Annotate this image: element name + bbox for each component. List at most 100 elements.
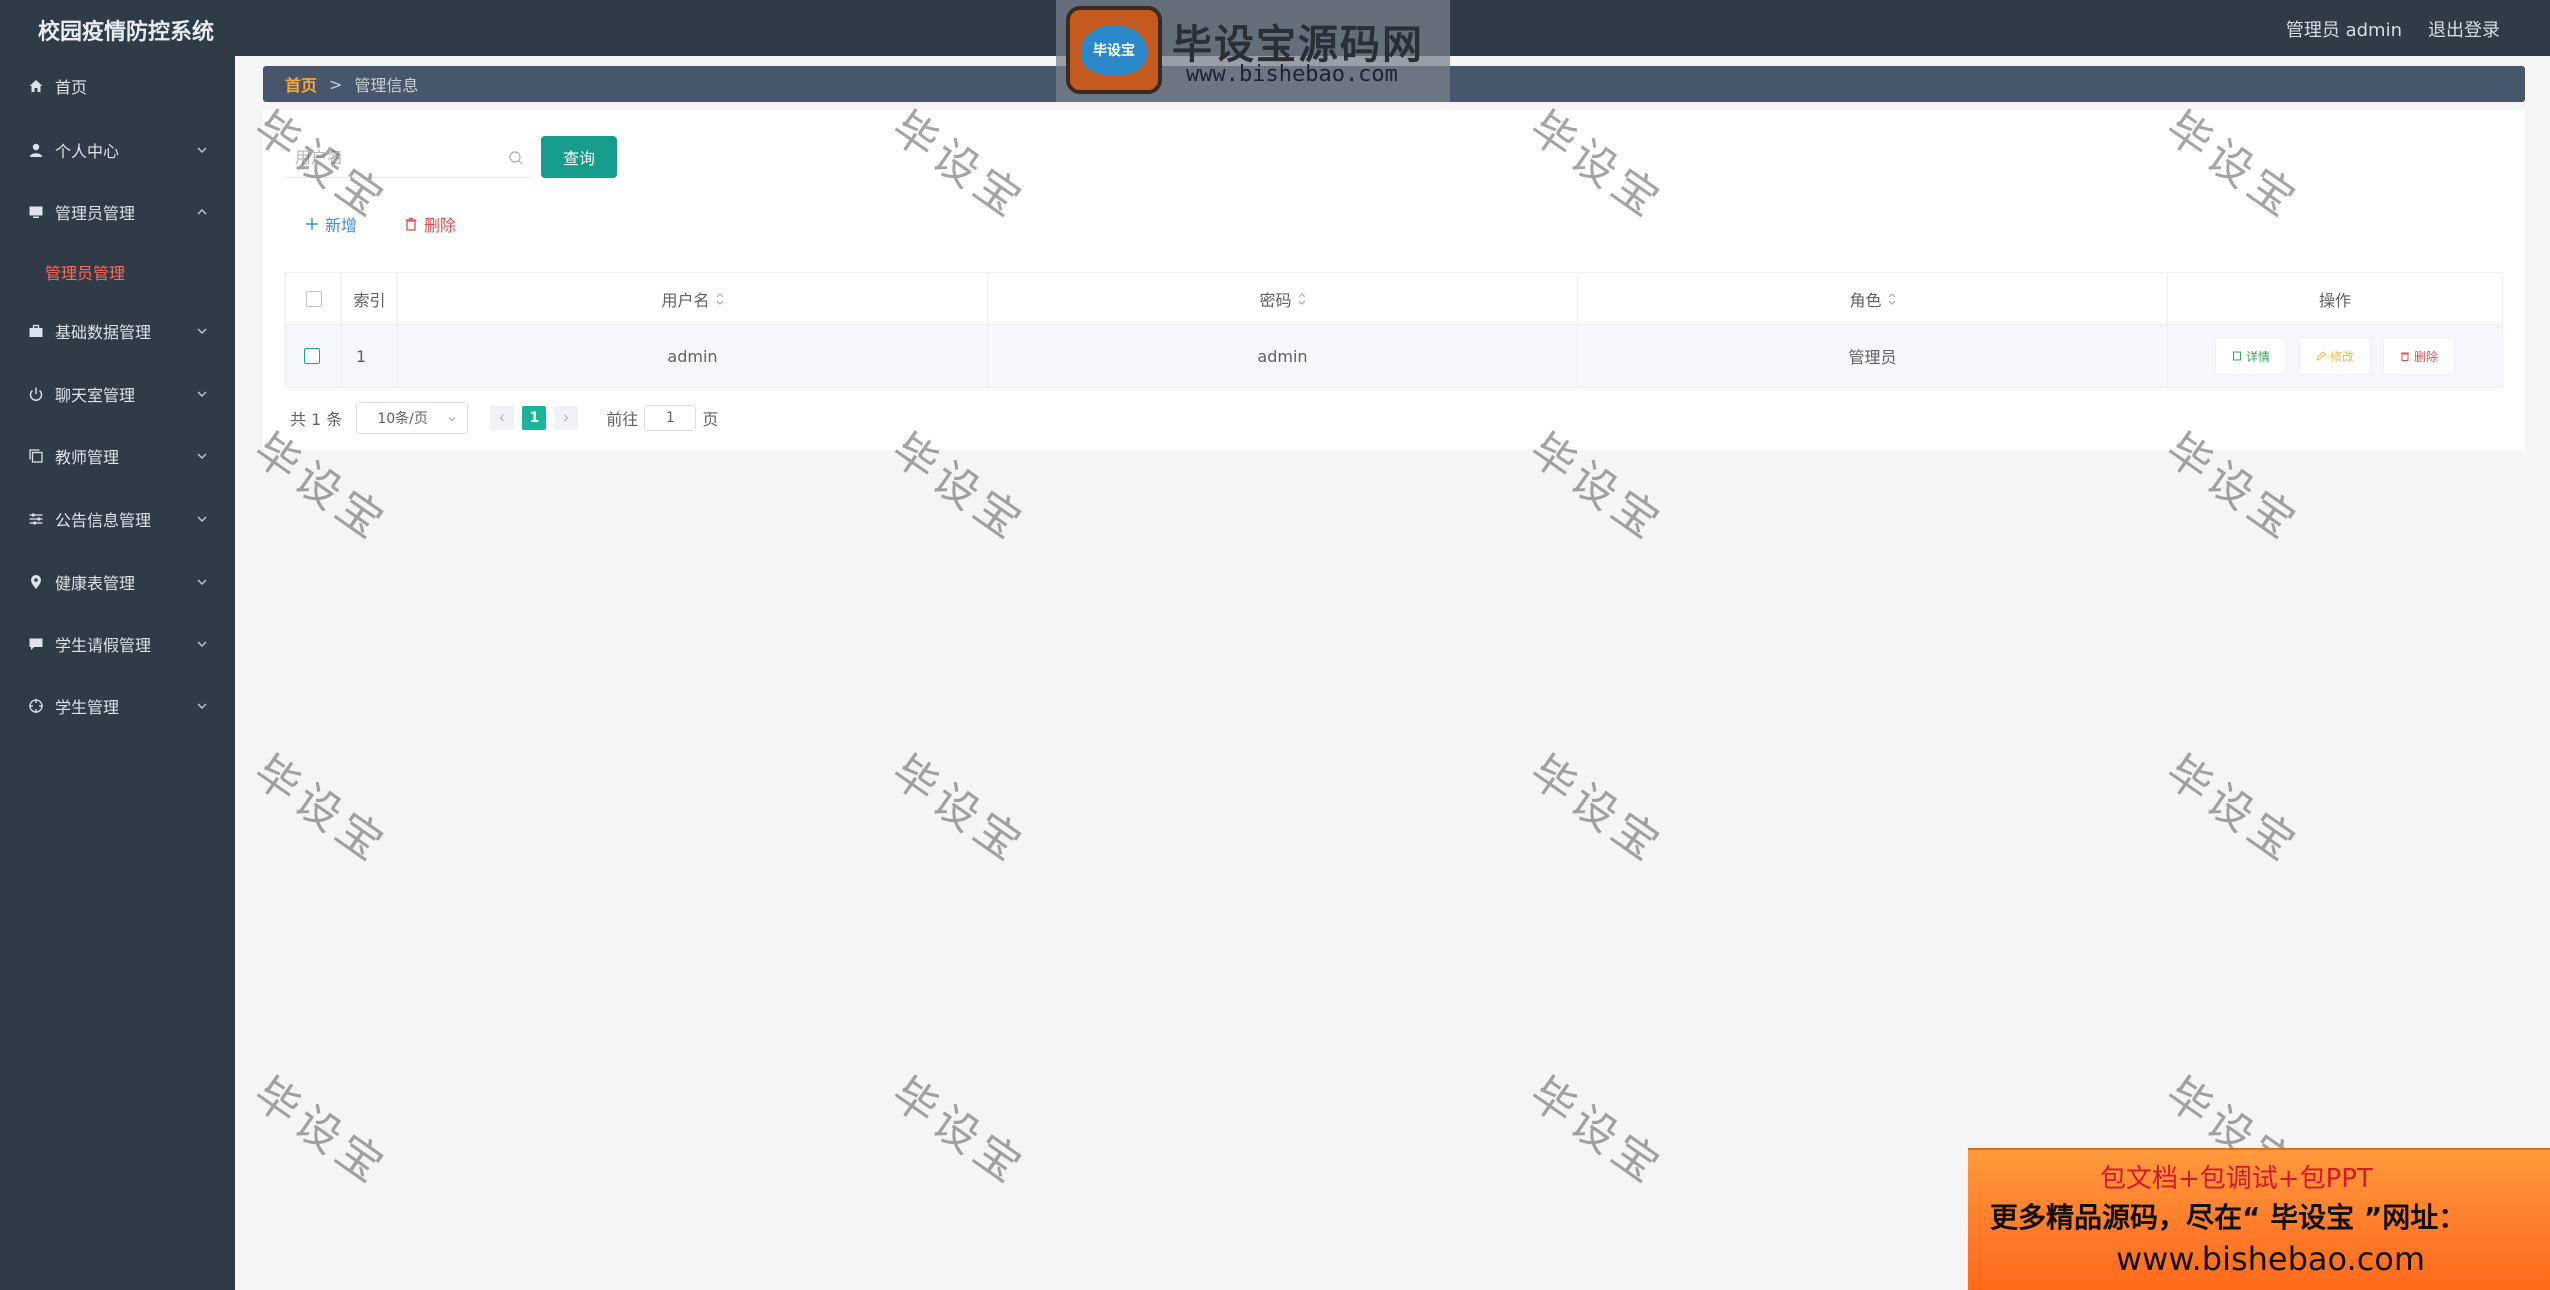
location-icon bbox=[27, 573, 45, 591]
goto-page: 前往 页 bbox=[606, 405, 718, 431]
chevron-down-icon bbox=[197, 147, 207, 153]
select-all-checkbox[interactable] bbox=[305, 290, 322, 307]
cell-index: 1 bbox=[342, 325, 398, 387]
column-header-label: 密码 bbox=[1259, 290, 1292, 310]
trash-icon bbox=[2401, 352, 2409, 361]
breadcrumb-home-link[interactable]: 首页 bbox=[285, 72, 317, 96]
edit-button-label: 修改 bbox=[2329, 349, 2354, 364]
sidebar-item-label: 基础数据管理 bbox=[55, 323, 152, 342]
promo-line-2: 更多精品源码，尽在“ 毕设宝 ”网址： bbox=[1990, 1201, 2467, 1234]
chevron-down-icon bbox=[197, 579, 207, 585]
chevron-down-icon bbox=[197, 703, 207, 709]
chevron-right-icon bbox=[564, 414, 569, 422]
column-header-username[interactable]: 用户名 bbox=[398, 273, 988, 324]
column-header-password[interactable]: 密码 bbox=[988, 273, 1578, 324]
pagination: 共 1 条 10条/页 1 前往 页 bbox=[290, 400, 718, 436]
document-icon bbox=[2232, 351, 2241, 361]
sort-icon[interactable] bbox=[716, 292, 724, 306]
next-page-button[interactable] bbox=[554, 406, 579, 430]
column-header-index: 索引 bbox=[342, 273, 398, 324]
top-right-area: 管理员 admin 退出登录 bbox=[2286, 16, 2500, 42]
page-number-current[interactable]: 1 bbox=[522, 406, 547, 430]
sidebar-item-health-form[interactable]: 健康表管理 bbox=[0, 562, 235, 602]
plus-icon bbox=[306, 218, 318, 230]
sidebar-item-label: 学生管理 bbox=[55, 698, 120, 717]
chevron-down-icon bbox=[197, 391, 207, 397]
sort-icon[interactable] bbox=[1888, 292, 1896, 306]
promo-banner: 包文档+包调试+包PPT 更多精品源码，尽在“ 毕设宝 ”网址： www.bis… bbox=[1968, 1148, 2550, 1290]
watermark-text: 毕设宝 bbox=[882, 1067, 1035, 1196]
row-select-cell bbox=[286, 325, 342, 387]
breadcrumb-current: 管理信息 bbox=[354, 76, 419, 95]
sort-icon[interactable] bbox=[1298, 292, 1306, 306]
sidebar-item-announcement[interactable]: 公告信息管理 bbox=[0, 499, 235, 539]
submenu-item-admin-management[interactable]: 管理员管理 bbox=[0, 252, 235, 292]
batch-delete-button[interactable]: 删除 bbox=[404, 212, 456, 236]
search-input[interactable] bbox=[285, 138, 505, 176]
column-header-operation: 操作 bbox=[2318, 290, 2351, 310]
goto-page-input[interactable] bbox=[644, 405, 697, 431]
chevron-down-icon bbox=[197, 516, 207, 522]
logo-url: www.bishebao.com bbox=[1186, 62, 1398, 87]
power-icon bbox=[27, 385, 45, 403]
page-size-select[interactable]: 10条/页 bbox=[356, 402, 469, 434]
edit-icon bbox=[2316, 351, 2326, 361]
sidebar-item-home[interactable]: 首页 bbox=[0, 66, 235, 106]
detail-button-label: 详情 bbox=[2245, 349, 2270, 364]
detail-button[interactable]: 详情 bbox=[2214, 337, 2287, 375]
trash-icon bbox=[405, 217, 417, 231]
chevron-down-icon bbox=[197, 328, 207, 334]
home-icon bbox=[27, 77, 45, 95]
sidebar-item-student-leave[interactable]: 学生请假管理 bbox=[0, 624, 235, 664]
logo-badge: 毕设宝 bbox=[1066, 6, 1162, 94]
search-icon[interactable] bbox=[508, 150, 524, 166]
promo-line-1: 包文档+包调试+包PPT bbox=[2100, 1164, 2373, 1194]
table-row: 1 admin admin 管理员 详情 修改 删除 bbox=[286, 325, 2502, 387]
briefcase-icon bbox=[27, 322, 45, 340]
row-delete-button[interactable]: 删除 bbox=[2383, 337, 2456, 375]
target-icon bbox=[27, 697, 45, 715]
watermark-text: 毕设宝 bbox=[1520, 1067, 1673, 1196]
column-header-label: 用户名 bbox=[661, 290, 710, 310]
logout-link[interactable]: 退出登录 bbox=[2428, 16, 2500, 42]
watermark-text: 毕设宝 bbox=[244, 1067, 397, 1196]
prev-page-button[interactable] bbox=[490, 406, 515, 430]
submenu-item-label: 管理员管理 bbox=[45, 264, 126, 283]
sidebar-item-label: 教师管理 bbox=[55, 448, 120, 467]
sidebar-item-label: 首页 bbox=[55, 78, 88, 97]
breadcrumb-separator: > bbox=[329, 74, 343, 94]
sidebar-item-label: 聊天室管理 bbox=[55, 386, 136, 405]
column-header-role[interactable]: 角色 bbox=[1578, 273, 2168, 324]
chevron-down-icon bbox=[448, 417, 456, 422]
sidebar-item-personal-center[interactable]: 个人中心 bbox=[0, 130, 235, 170]
sidebar-item-chatroom[interactable]: 聊天室管理 bbox=[0, 374, 235, 414]
sidebar-item-basic-data[interactable]: 基础数据管理 bbox=[0, 311, 235, 351]
admin-table: 索引 用户名 密码 角色 操作 1 admin admin 管理员 详情 修改 … bbox=[285, 272, 2503, 388]
sidebar-item-label: 个人中心 bbox=[55, 142, 120, 161]
chevron-left-icon bbox=[500, 414, 505, 422]
goto-prefix: 前往 bbox=[606, 410, 639, 429]
row-delete-button-label: 删除 bbox=[2414, 349, 2439, 364]
pagination-total: 共 1 条 bbox=[290, 410, 343, 429]
table-header-row: 索引 用户名 密码 角色 操作 bbox=[286, 273, 2502, 325]
chevron-down-icon bbox=[197, 453, 207, 459]
chevron-up-icon bbox=[197, 209, 207, 215]
watermark-text: 毕设宝 bbox=[882, 745, 1035, 874]
sidebar-item-admin-management[interactable]: 管理员管理 bbox=[0, 192, 235, 232]
current-user-label: 管理员 admin bbox=[2285, 20, 2402, 41]
cell-password: admin bbox=[988, 325, 1578, 387]
column-header-label: 角色 bbox=[1849, 290, 1882, 310]
cell-username: admin bbox=[398, 325, 988, 387]
sidebar-item-label: 学生请假管理 bbox=[55, 636, 152, 655]
site-logo-banner: 毕设宝 毕设宝源码网 www.bishebao.com bbox=[1056, 0, 1450, 102]
sidebar-item-student[interactable]: 学生管理 bbox=[0, 686, 235, 726]
query-button[interactable]: 查询 bbox=[541, 136, 617, 178]
user-icon bbox=[27, 141, 45, 159]
row-checkbox[interactable] bbox=[304, 348, 320, 364]
promo-line-3: www.bishebao.com bbox=[2116, 1240, 2426, 1278]
logo-badge-text: 毕设宝 bbox=[1081, 25, 1147, 75]
edit-button[interactable]: 修改 bbox=[2298, 337, 2371, 375]
sidebar-item-teacher[interactable]: 教师管理 bbox=[0, 436, 235, 476]
add-button-label: 新增 bbox=[325, 216, 358, 235]
add-button[interactable]: 新增 bbox=[305, 212, 357, 236]
